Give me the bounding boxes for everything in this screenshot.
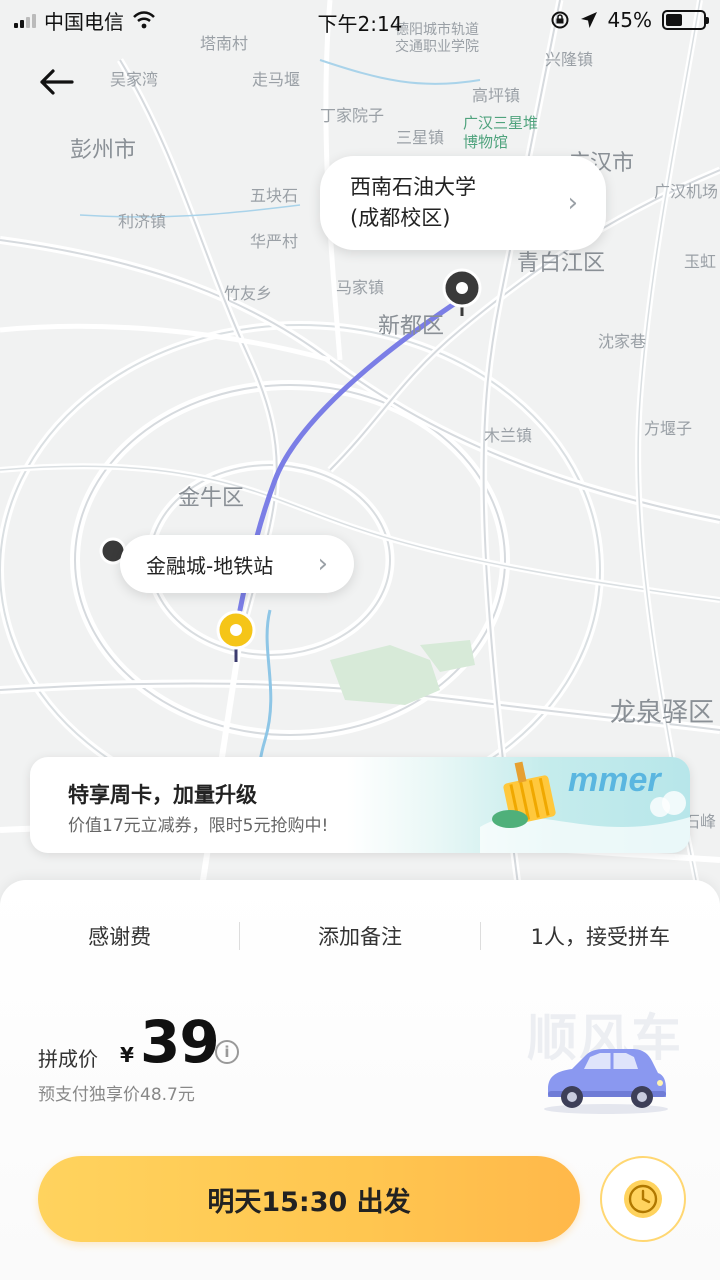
- car-illustration-icon: [544, 1049, 668, 1114]
- passenger-carpool-button[interactable]: 1人，接受拼车: [481, 921, 720, 951]
- origin-name: 金融城-地铁站: [146, 553, 274, 578]
- map-place-label: 新都区: [378, 314, 445, 339]
- add-note-button[interactable]: 添加备注: [240, 921, 479, 951]
- promo-banner[interactable]: 特享周卡，加量升级 价值17元立减券，限时5元抢购中! mmer: [30, 757, 690, 853]
- promo-title: 特享周卡，加量升级: [68, 783, 257, 807]
- schedule-time-button[interactable]: [600, 1156, 686, 1242]
- info-icon[interactable]: i: [215, 1040, 239, 1064]
- summer-promo-art-icon: mmer: [480, 761, 690, 853]
- map-place-label: 广汉三星堆博物馆: [463, 114, 539, 151]
- thanks-fee-button[interactable]: 感谢费: [0, 921, 239, 951]
- origin-callout[interactable]: 金融城-地铁站 ›: [120, 535, 354, 593]
- map-place-label: 三星镇: [396, 128, 445, 147]
- chevron-right-icon: ›: [317, 549, 328, 579]
- map-place-label: 龙泉驿区: [610, 698, 715, 728]
- map-place-label: 高坪镇: [472, 86, 521, 105]
- map-place-label: 竹友乡: [224, 284, 273, 303]
- back-button[interactable]: [34, 62, 78, 102]
- battery-percent: 45%: [607, 8, 652, 32]
- exclusive-price-note: 预支付独享价48.7元: [38, 1085, 195, 1105]
- destination-label: 西南石油大学 (成都校区): [350, 172, 476, 234]
- map-place-label: 沈家巷: [598, 332, 647, 351]
- price-value: 39: [140, 1008, 220, 1076]
- wifi-icon: [133, 11, 155, 29]
- rotation-lock-icon: [551, 11, 569, 29]
- arrow-left-icon: [40, 69, 74, 95]
- map-place-label: 吴家湾: [110, 70, 159, 89]
- map-place-label: 华严村: [250, 232, 299, 251]
- map-place-label: 金牛区: [178, 486, 245, 511]
- promo-subtitle: 价值17元立减券，限时5元抢购中!: [68, 816, 329, 836]
- map-place-label: 方堰子: [644, 419, 693, 438]
- battery-icon: [662, 10, 709, 30]
- destination-subname: (成都校区): [350, 206, 451, 230]
- map-place-label: 马家镇: [336, 278, 385, 297]
- map-place-label: 玉虹: [684, 252, 717, 271]
- map-place-label: 利济镇: [118, 212, 167, 231]
- price-label: 拼成价: [38, 1047, 98, 1071]
- map-place-label: 彭州市: [70, 138, 137, 163]
- destination-name: 西南石油大学: [350, 175, 476, 199]
- carrier-name: 中国电信: [44, 9, 124, 34]
- depart-button[interactable]: 明天15:30 出发: [38, 1156, 580, 1242]
- currency-symbol: ¥: [120, 1043, 134, 1067]
- destination-callout[interactable]: 西南石油大学 (成都校区) ›: [320, 156, 606, 250]
- map-place-label: 走马堰: [252, 70, 301, 89]
- map-place-label: 木兰镇: [484, 426, 533, 445]
- status-bar: 中国电信 下午2:14 45%: [0, 0, 720, 40]
- chevron-right-icon: ›: [567, 187, 578, 218]
- cellular-signal-icon: [14, 12, 36, 28]
- order-panel: 感谢费 添加备注 1人，接受拼车 顺风车 拼成价 ¥ 39 i 预支付独享价48…: [0, 880, 720, 1280]
- map-place-label: 广汉机场: [654, 182, 719, 201]
- map-view[interactable]: 塔南村 德阳城市轨道交通职业学院 兴隆镇 吴家湾 走马堰 高坪镇 丁家院子 彭州…: [0, 0, 720, 900]
- map-place-label: 兴隆镇: [545, 50, 594, 69]
- clock-icon: [624, 1180, 662, 1218]
- location-arrow-icon: [580, 12, 597, 28]
- order-options: 感谢费 添加备注 1人，接受拼车: [0, 910, 720, 962]
- map-place-label: 五块石: [250, 186, 299, 205]
- map-place-label: 丁家院子: [320, 106, 385, 125]
- svg-text:mmer: mmer: [568, 761, 662, 799]
